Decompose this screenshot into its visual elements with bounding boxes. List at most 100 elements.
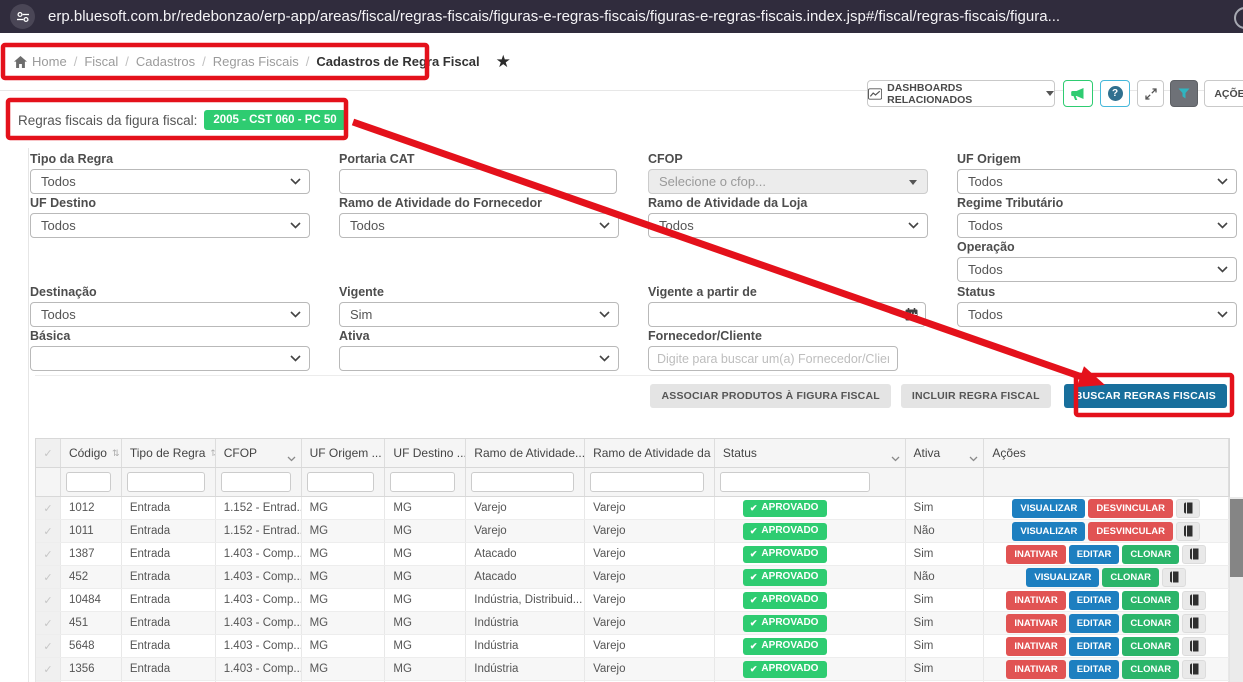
fornecedor-cliente-input[interactable] — [648, 346, 898, 371]
row-checkbox[interactable]: ✓ — [36, 520, 61, 542]
col-filter-input-tipo-de-regra[interactable] — [127, 472, 205, 492]
col-header-ramo-atividade-loja[interactable]: Ramo de Atividade da L... — [585, 439, 715, 467]
fornecedor-cliente-label: Fornecedor/Cliente — [648, 329, 926, 343]
visualizar-button[interactable]: VISUALIZAR — [1026, 568, 1099, 587]
ativa-select[interactable] — [339, 346, 619, 371]
col-header-ativa[interactable]: Ativa — [906, 439, 985, 467]
buscar-regras-button[interactable]: BUSCAR REGRAS FISCAIS — [1064, 384, 1227, 408]
fullscreen-button[interactable] — [1137, 80, 1164, 107]
associar-produtos-button[interactable]: ASSOCIAR PRODUTOS À FIGURA FISCAL — [650, 384, 890, 408]
table-scrollbar[interactable] — [1230, 497, 1243, 682]
inativar-button[interactable]: INATIVAR — [1006, 614, 1065, 633]
breadcrumb-cadastros[interactable]: Cadastros — [136, 54, 195, 69]
regime-tributario-select[interactable]: Todos — [957, 213, 1237, 238]
cell-ativa: Sim — [906, 497, 985, 519]
clonar-button[interactable]: CLONAR — [1122, 545, 1179, 564]
cfop-select[interactable]: Selecione o cfop... — [648, 169, 928, 194]
row-checkbox[interactable]: ✓ — [36, 543, 61, 565]
col-header-ramo-atividade-fornecedor[interactable]: Ramo de Atividade... — [466, 439, 585, 467]
inativar-button[interactable]: INATIVAR — [1006, 660, 1065, 679]
announcements-button[interactable] — [1063, 80, 1093, 107]
breadcrumb-fiscal[interactable]: Fiscal — [84, 54, 118, 69]
cell-ramo-atividade-loja: Varejo — [585, 520, 715, 542]
visualizar-button[interactable]: VISUALIZAR — [1012, 499, 1085, 518]
col-filter-input-status[interactable] — [720, 472, 870, 492]
editar-button[interactable]: EDITAR — [1069, 545, 1120, 564]
breadcrumb-regras-fiscais[interactable]: Regras Fiscais — [213, 54, 299, 69]
tipo-da-regra-select[interactable]: Todos — [30, 169, 310, 194]
col-filter-input-ramo-atividade-fornecedor[interactable] — [471, 472, 574, 492]
acoes-button[interactable]: AÇÕES — [1204, 80, 1243, 107]
ramo-fornecedor-select[interactable]: Todos — [339, 213, 619, 238]
col-header-uf-destino[interactable]: UF Destino ... — [385, 439, 466, 467]
visualizar-button[interactable]: VISUALIZAR — [1012, 522, 1085, 541]
col-filter-input-codigo[interactable] — [66, 472, 111, 492]
inativar-button[interactable]: INATIVAR — [1006, 545, 1065, 564]
col-filter-input-uf-destino[interactable] — [390, 472, 455, 492]
clonar-button[interactable]: CLONAR — [1122, 637, 1179, 656]
audit-log-button[interactable] — [1182, 545, 1206, 564]
scrollbar-thumb[interactable] — [1230, 499, 1243, 577]
ramo-loja-select[interactable]: Todos — [648, 213, 928, 238]
status-select[interactable]: Todos — [957, 302, 1237, 327]
col-header-select[interactable]: ✓ — [36, 439, 61, 467]
destinacao-select[interactable]: Todos — [30, 302, 310, 327]
incluir-regra-button[interactable]: INCLUIR REGRA FISCAL — [901, 384, 1051, 408]
clonar-button[interactable]: CLONAR — [1102, 568, 1159, 587]
portaria-cat-input[interactable] — [339, 169, 617, 194]
dashboards-relacionados-button[interactable]: DASHBOARDS RELACIONADOS — [867, 80, 1055, 107]
row-checkbox[interactable]: ✓ — [36, 497, 61, 519]
filter-toggle-button[interactable] — [1170, 80, 1198, 107]
row-actions: INATIVAREDITARCLONAR — [984, 591, 1228, 610]
col-filter-input-uf-origem[interactable] — [307, 472, 375, 492]
vigente-a-partir-de-input[interactable] — [648, 302, 926, 327]
favorite-star-icon[interactable]: ★ — [496, 52, 511, 72]
audit-log-button[interactable] — [1162, 568, 1186, 587]
uf-destino-select[interactable]: Todos — [30, 213, 310, 238]
desvincular-button[interactable]: DESVINCULAR — [1088, 522, 1173, 541]
book-icon — [1189, 640, 1199, 652]
help-button[interactable]: ? — [1100, 80, 1130, 107]
browser-avatar-icon[interactable] — [1234, 7, 1243, 29]
status-text: APROVADO — [761, 548, 818, 560]
audit-log-button[interactable] — [1182, 614, 1206, 633]
col-header-uf-origem[interactable]: UF Origem ... — [302, 439, 386, 467]
row-checkbox[interactable]: ✓ — [36, 589, 61, 611]
col-filter-input-ramo-atividade-loja[interactable] — [590, 472, 704, 492]
editar-button[interactable]: EDITAR — [1069, 591, 1120, 610]
operacao-select[interactable]: Todos — [957, 257, 1237, 282]
audit-log-button[interactable] — [1182, 637, 1206, 656]
audit-log-button[interactable] — [1182, 591, 1206, 610]
clonar-button[interactable]: CLONAR — [1122, 614, 1179, 633]
breadcrumb-home[interactable]: Home — [32, 54, 67, 69]
desvincular-button[interactable]: DESVINCULAR — [1088, 499, 1173, 518]
audit-log-button[interactable] — [1176, 499, 1200, 518]
site-settings-icon[interactable] — [10, 4, 35, 29]
url-text[interactable]: erp.bluesoft.com.br/redebonzao/erp-app/a… — [48, 0, 1060, 33]
cell-codigo: 5648 — [61, 635, 122, 657]
row-checkbox[interactable]: ✓ — [36, 635, 61, 657]
vigente-select[interactable]: Sim — [339, 302, 619, 327]
row-checkbox[interactable]: ✓ — [36, 658, 61, 680]
col-header-cfop[interactable]: CFOP — [216, 439, 302, 467]
inativar-button[interactable]: INATIVAR — [1006, 591, 1065, 610]
clonar-button[interactable]: CLONAR — [1122, 591, 1179, 610]
basica-select[interactable] — [30, 346, 310, 371]
row-checkbox[interactable]: ✓ — [36, 612, 61, 634]
col-filter-input-cfop[interactable] — [221, 472, 291, 492]
editar-button[interactable]: EDITAR — [1069, 660, 1120, 679]
audit-log-button[interactable] — [1182, 660, 1206, 679]
col-header-acoes[interactable]: Ações — [984, 439, 1229, 467]
col-header-codigo[interactable]: Código⇅ — [61, 439, 122, 467]
row-checkbox[interactable]: ✓ — [36, 566, 61, 588]
col-header-tipo-de-regra[interactable]: Tipo de Regra⇅ — [122, 439, 216, 467]
inativar-button[interactable]: INATIVAR — [1006, 637, 1065, 656]
calendar-icon[interactable] — [905, 308, 918, 321]
editar-button[interactable]: EDITAR — [1069, 637, 1120, 656]
clonar-button[interactable]: CLONAR — [1122, 660, 1179, 679]
uf-origem-select[interactable]: Todos — [957, 169, 1237, 194]
editar-button[interactable]: EDITAR — [1069, 614, 1120, 633]
col-header-status[interactable]: Status — [715, 439, 906, 467]
ramo-fornecedor-label: Ramo de Atividade do Fornecedor — [339, 196, 617, 210]
audit-log-button[interactable] — [1176, 522, 1200, 541]
